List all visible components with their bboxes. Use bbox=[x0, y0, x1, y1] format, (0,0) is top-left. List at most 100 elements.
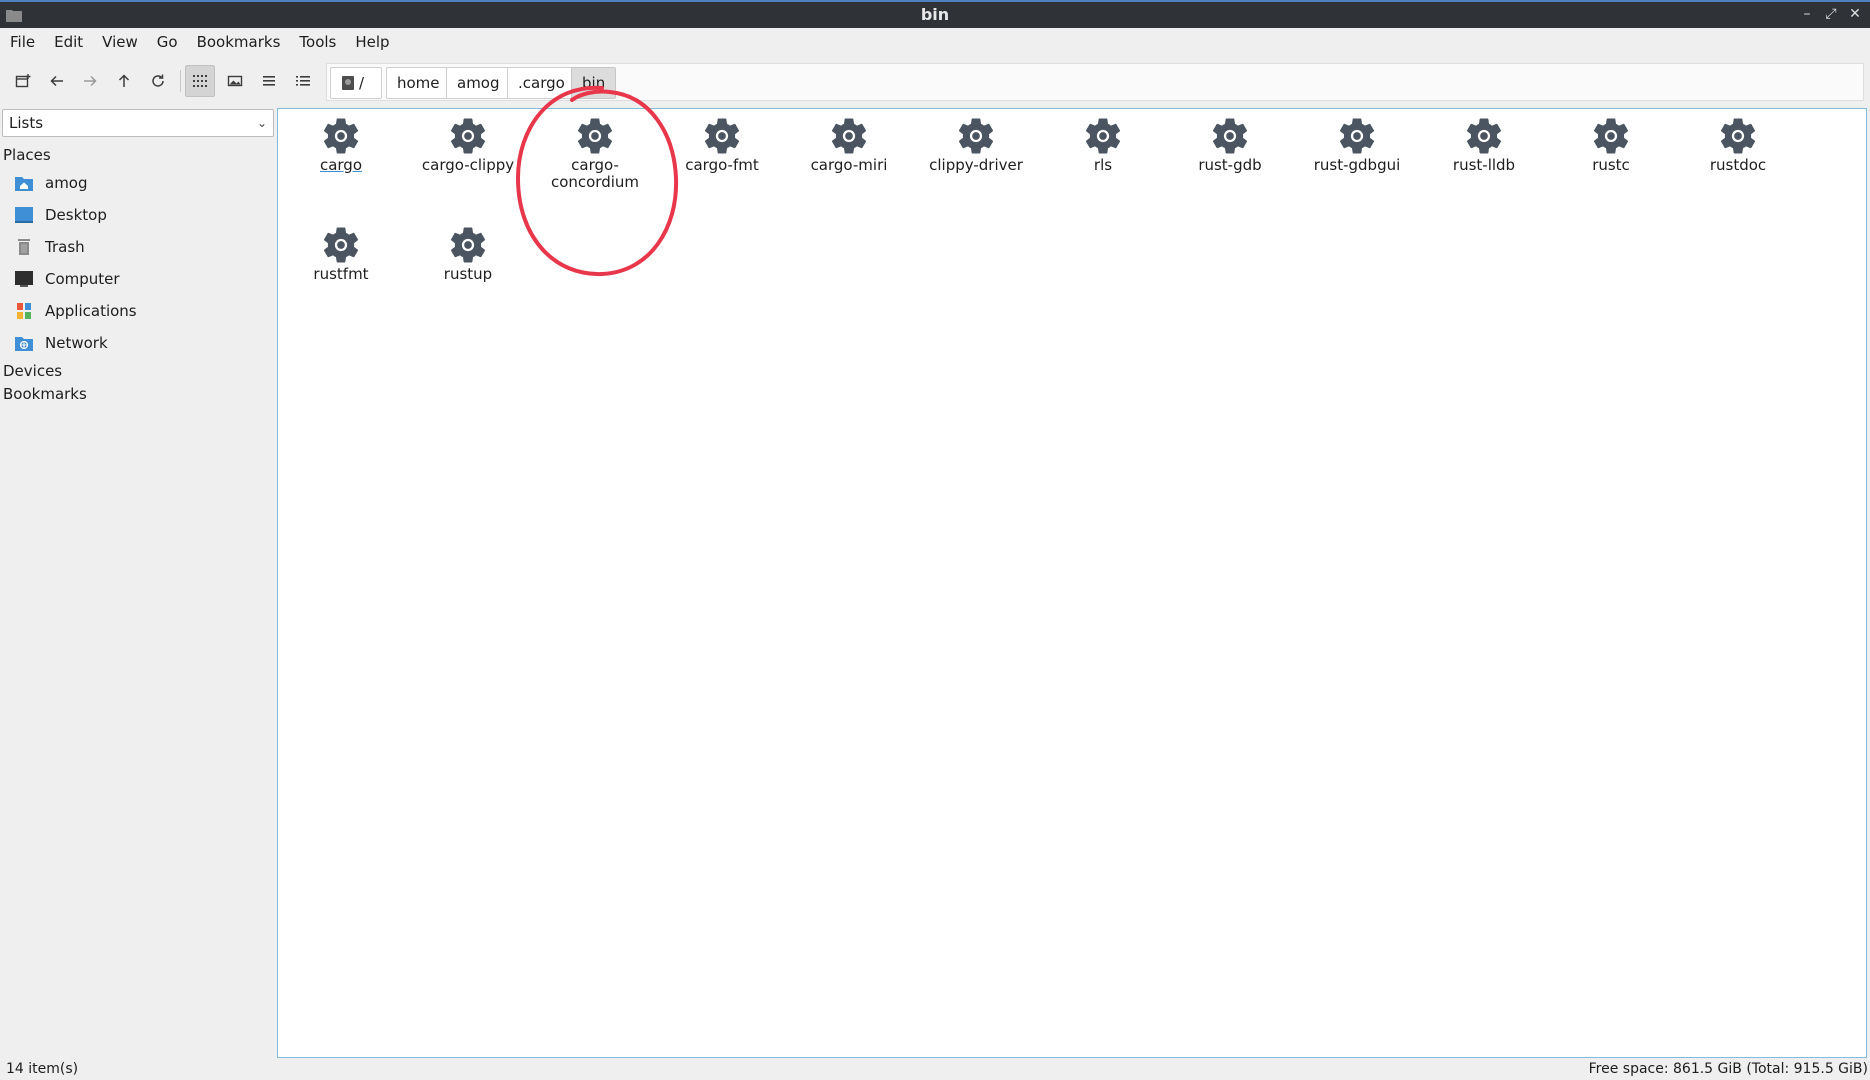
file-name: cargo-miri bbox=[810, 156, 888, 174]
window-title: bin bbox=[920, 5, 950, 24]
drive-icon bbox=[342, 76, 354, 90]
sidebar-item-label: Computer bbox=[45, 270, 120, 288]
computer-icon bbox=[15, 271, 33, 287]
item-count: 14 item(s) bbox=[6, 1061, 79, 1077]
gear-icon bbox=[831, 118, 867, 154]
gear-icon bbox=[1593, 118, 1629, 154]
home-folder-icon bbox=[15, 177, 33, 191]
file-item[interactable]: rustup bbox=[408, 218, 528, 283]
file-item[interactable]: rust-gdbgui bbox=[1297, 109, 1417, 174]
applications-icon bbox=[17, 303, 31, 319]
back-icon[interactable] bbox=[44, 68, 70, 94]
file-item[interactable]: cargo-clippy bbox=[408, 109, 528, 174]
toolbar-separator bbox=[180, 70, 181, 92]
side-pane-mode-value: Lists bbox=[9, 114, 44, 132]
up-icon[interactable] bbox=[111, 68, 137, 94]
toolbar: / home amog .cargo bin bbox=[0, 60, 1870, 104]
network-icon bbox=[15, 337, 33, 351]
file-item[interactable]: cargo-fmt bbox=[662, 109, 782, 174]
menu-view[interactable]: View bbox=[102, 33, 149, 51]
menu-tools[interactable]: Tools bbox=[299, 33, 347, 51]
title-bar: bin – ⤢ ✕ bbox=[0, 0, 1870, 28]
crumb-home[interactable]: home bbox=[386, 67, 451, 99]
devices-header[interactable]: Devices bbox=[3, 362, 62, 380]
detailed-list-icon[interactable] bbox=[290, 68, 316, 94]
file-name: cargo-clippy bbox=[421, 156, 515, 174]
maximize-icon[interactable]: ⤢ bbox=[1824, 6, 1838, 22]
sidebar-item-network[interactable]: Network bbox=[14, 330, 108, 356]
file-name: cargo-concordium bbox=[550, 156, 640, 191]
file-name: rustfmt bbox=[313, 265, 369, 283]
menu-go[interactable]: Go bbox=[157, 33, 189, 51]
compact-view-icon[interactable] bbox=[256, 68, 282, 94]
menu-file[interactable]: File bbox=[10, 33, 46, 51]
gear-icon bbox=[450, 118, 486, 154]
menu-help[interactable]: Help bbox=[355, 33, 400, 51]
crumb-root-label: / bbox=[359, 74, 365, 92]
file-name: clippy-driver bbox=[929, 156, 1023, 174]
gear-icon bbox=[323, 118, 359, 154]
sidebar-item-amog[interactable]: amog bbox=[14, 170, 88, 196]
sidebar-item-applications[interactable]: Applications bbox=[14, 298, 137, 324]
trash-icon bbox=[18, 239, 30, 255]
icon-view-icon[interactable] bbox=[185, 65, 215, 97]
minimize-icon[interactable]: – bbox=[1800, 6, 1814, 22]
gear-icon bbox=[1466, 118, 1502, 154]
sidebar-item-label: Network bbox=[45, 334, 108, 352]
file-name: rust-gdbgui bbox=[1313, 156, 1401, 174]
sidebar: Lists ⌄ Places amog Desktop Trash Comput… bbox=[0, 106, 276, 1064]
file-name: rustup bbox=[443, 265, 493, 283]
gear-icon bbox=[1339, 118, 1375, 154]
new-tab-icon[interactable] bbox=[10, 68, 36, 94]
file-name: cargo bbox=[319, 156, 363, 174]
status-bar: 14 item(s) Free space: 861.5 GiB (Total:… bbox=[0, 1060, 1870, 1080]
close-icon[interactable]: ✕ bbox=[1848, 6, 1862, 22]
file-item[interactable]: rustc bbox=[1551, 109, 1671, 174]
chevron-down-icon: ⌄ bbox=[256, 116, 267, 130]
file-item[interactable]: rust-lldb bbox=[1424, 109, 1544, 174]
file-name: rustdoc bbox=[1709, 156, 1767, 174]
file-item[interactable]: cargo bbox=[281, 109, 401, 174]
file-name: rustc bbox=[1592, 156, 1630, 174]
path-bar: / home amog .cargo bin bbox=[326, 63, 1864, 101]
file-item[interactable]: rustfmt bbox=[281, 218, 401, 283]
menu-edit[interactable]: Edit bbox=[54, 33, 94, 51]
free-space: Free space: 861.5 GiB (Total: 915.5 GiB) bbox=[1588, 1061, 1868, 1077]
file-item[interactable]: cargo-concordium bbox=[535, 109, 655, 191]
crumb-cargo[interactable]: .cargo bbox=[507, 67, 576, 99]
crumb-root[interactable]: / bbox=[330, 67, 382, 99]
file-item[interactable]: rust-gdb bbox=[1170, 109, 1290, 174]
reload-icon[interactable] bbox=[145, 68, 171, 94]
gear-icon bbox=[1212, 118, 1248, 154]
sidebar-item-computer[interactable]: Computer bbox=[14, 266, 120, 292]
sidebar-item-label: Trash bbox=[45, 238, 85, 256]
file-item[interactable]: rustdoc bbox=[1678, 109, 1798, 174]
gear-icon bbox=[1720, 118, 1756, 154]
sidebar-item-label: amog bbox=[45, 174, 88, 192]
file-item[interactable]: rls bbox=[1043, 109, 1163, 174]
crumb-bin[interactable]: bin bbox=[571, 67, 617, 99]
thumbnail-view-icon[interactable] bbox=[222, 68, 248, 94]
gear-icon bbox=[450, 227, 486, 263]
file-item[interactable]: cargo-miri bbox=[789, 109, 909, 174]
menu-bookmarks[interactable]: Bookmarks bbox=[197, 33, 292, 51]
sidebar-item-label: Desktop bbox=[45, 206, 107, 224]
places-header[interactable]: Places bbox=[3, 146, 51, 164]
file-item[interactable]: clippy-driver bbox=[916, 109, 1036, 174]
file-name: rust-gdb bbox=[1198, 156, 1262, 174]
file-name: cargo-fmt bbox=[685, 156, 759, 174]
sidebar-item-desktop[interactable]: Desktop bbox=[14, 202, 107, 228]
gear-icon bbox=[1085, 118, 1121, 154]
sidebar-item-label: Applications bbox=[45, 302, 137, 320]
bookmarks-header[interactable]: Bookmarks bbox=[3, 385, 87, 403]
gear-icon bbox=[704, 118, 740, 154]
crumb-amog[interactable]: amog bbox=[446, 67, 511, 99]
desktop-icon bbox=[15, 207, 33, 223]
forward-icon[interactable] bbox=[77, 68, 103, 94]
file-name: rls bbox=[1093, 156, 1113, 174]
gear-icon bbox=[577, 118, 613, 154]
gear-icon bbox=[958, 118, 994, 154]
file-icon-view[interactable]: cargo cargo-clippy cargo-concordium cargo-f… bbox=[277, 108, 1867, 1058]
side-pane-mode-select[interactable]: Lists ⌄ bbox=[2, 109, 274, 137]
sidebar-item-trash[interactable]: Trash bbox=[14, 234, 85, 260]
